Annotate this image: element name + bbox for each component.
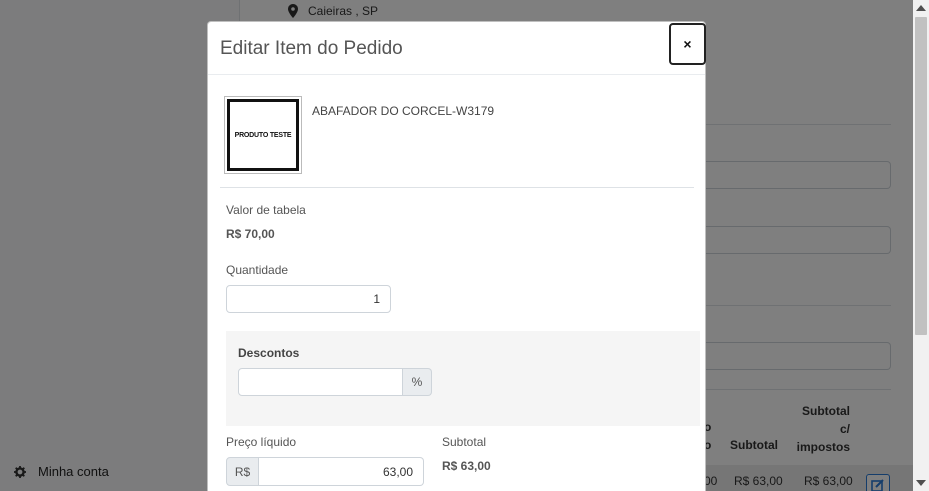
scroll-down-arrow-icon[interactable] [916,480,926,486]
modal-title: Editar Item do Pedido [220,38,403,59]
discount-input-group: % [238,368,432,396]
valor-tabela-value: R$ 70,00 [226,227,275,241]
edit-order-item-modal: Editar Item do Pedido × PRODUTO TESTE AB… [207,21,706,491]
preco-liquido-label: Preço líquido [226,435,297,449]
quantity-input[interactable] [226,285,391,313]
currency-addon: R$ [226,457,259,486]
quantidade-label: Quantidade [226,263,289,277]
descontos-label: Descontos [238,346,300,360]
product-image-placeholder: PRODUTO TESTE [227,99,299,171]
discount-panel: Descontos % [226,331,700,426]
close-button[interactable]: × [669,23,706,65]
discount-input[interactable] [238,368,403,396]
scroll-up-arrow-icon[interactable] [916,5,926,11]
divider [220,187,694,188]
scroll-thumb[interactable] [915,17,927,335]
product-name: ABAFADOR DO CORCEL-W3179 [312,104,495,118]
subtotal-value: R$ 63,00 [442,459,491,473]
net-price-input-group: R$ [226,457,424,486]
page-scrollbar[interactable] [913,0,929,491]
subtotal-label: Subtotal [442,435,487,449]
net-price-input[interactable] [259,457,424,486]
percent-addon: % [403,368,432,396]
product-image: PRODUTO TESTE [224,96,302,174]
valor-tabela-label: Valor de tabela [226,203,306,217]
modal-header: Editar Item do Pedido × [208,22,706,75]
